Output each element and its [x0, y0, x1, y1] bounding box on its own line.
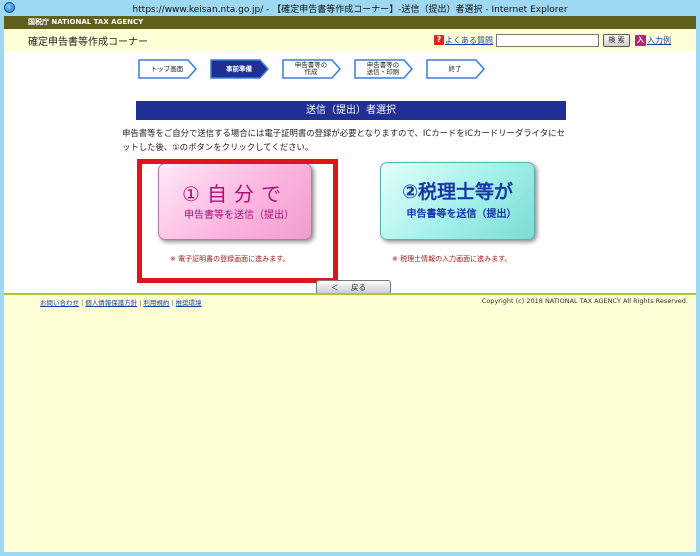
search-button[interactable]: 検 索 — [603, 34, 630, 47]
footer: お問い合わせ | 個人情報保護方針 | 利用規約 | 推奨環境 Copyright (c) … — [4, 293, 696, 307]
step-label: 事前準備 — [226, 64, 252, 73]
faq-link[interactable]: よくある質問 — [445, 35, 493, 46]
tax-accountant-note: ※ 税理士情報の入力画面に進みます。 — [392, 255, 512, 263]
footer-link-terms[interactable]: 利用規約 — [143, 299, 169, 307]
window-title: https://www.keisan.nta.go.jp/ - 【確定申告書等作… — [132, 5, 568, 15]
agency-logo[interactable]: 国税庁 NATIONAL TAX AGENCY — [28, 17, 143, 27]
input-example-icon[interactable]: 入 — [635, 35, 646, 46]
footer-link-privacy[interactable]: 個人情報保護方針 — [85, 299, 137, 307]
browser-content: 国税庁 NATIONAL TAX AGENCY 確定申告書等作成コーナー ? よ… — [4, 16, 696, 552]
step-label: 申告書等の 送信・印刷 — [366, 61, 400, 76]
step-label: 申告書等の 作成 — [294, 61, 328, 76]
step-label: トップ画面 — [150, 64, 184, 73]
step-label: 終了 — [448, 64, 462, 73]
input-example-link[interactable]: 入力例 — [647, 35, 671, 46]
main-content: トップ画面 事前準備 申告書等の 作成 申告書等の 送信・印刷 終了 送信（提出… — [4, 51, 696, 295]
footer-link-contact[interactable]: お問い合わせ — [40, 299, 79, 307]
footer-link-environment[interactable]: 推奨環境 — [176, 299, 202, 307]
footer-links: お問い合わせ | 個人情報保護方針 | 利用規約 | 推奨環境 — [40, 297, 202, 307]
highlight-box — [137, 159, 338, 283]
copyright: Copyright (c) 2018 NATIONAL TAX AGENCY A… — [481, 297, 688, 305]
corner-title[interactable]: 確定申告書等作成コーナー — [28, 33, 148, 48]
choice-sub-label: 申告書等を送信（提出） — [406, 209, 517, 220]
page-blank-area — [4, 308, 696, 552]
search-input[interactable] — [496, 34, 599, 47]
footer-separator: | — [139, 299, 142, 307]
question-icon[interactable]: ? — [434, 35, 444, 45]
agency-bar: 国税庁 NATIONAL TAX AGENCY — [4, 16, 696, 29]
footer-separator: | — [81, 299, 84, 307]
footer-separator: | — [171, 299, 174, 307]
header: 確定申告書等作成コーナー ? よくある質問 検 索 入 入力例 — [4, 29, 696, 51]
send-by-tax-accountant-button[interactable]: ②税理士等が 申告書等を送信（提出） — [380, 162, 535, 240]
instruction-text: 申告書等をご自分で送信する場合には電子証明書の登録が必要となりますので、ICカー… — [122, 128, 565, 152]
page-title: 送信（提出）者選択 — [136, 101, 566, 120]
window-title-bar: https://www.keisan.nta.go.jp/ - 【確定申告書等作… — [0, 0, 700, 16]
choice-main-label: ②税理士等が — [401, 181, 514, 203]
